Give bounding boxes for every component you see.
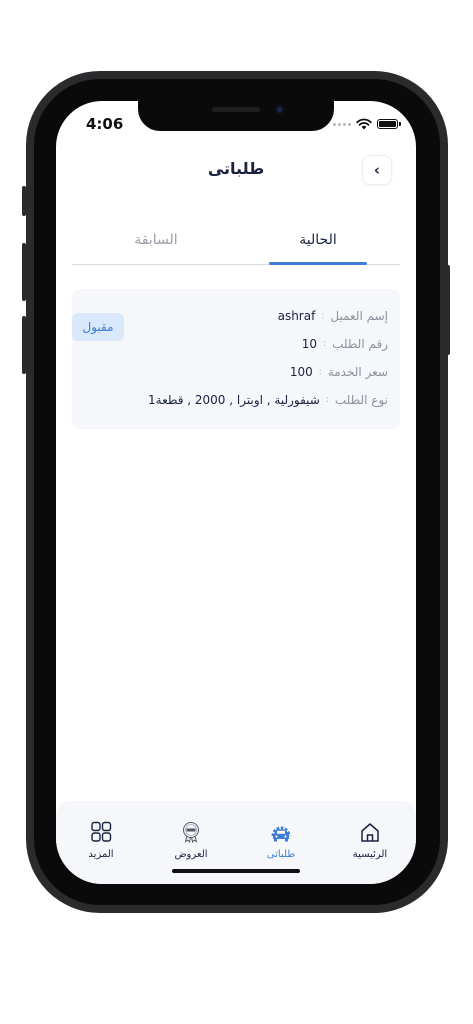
power-button	[446, 265, 450, 355]
car-service-icon	[271, 826, 291, 842]
back-button[interactable]: ‹	[362, 155, 392, 185]
order-row-price: سعر الخدمة : 100	[290, 365, 388, 379]
row-separator: :	[323, 339, 327, 349]
nav-label: الرئيسية	[352, 849, 388, 860]
nav-label: طلباتى	[266, 849, 296, 860]
row-value: ashraf	[277, 309, 316, 323]
signal-dots-icon	[333, 122, 351, 126]
row-value: 100	[289, 365, 313, 379]
nav-item-home[interactable]: الرئيسية	[335, 821, 405, 860]
volume-up-button	[22, 243, 26, 301]
wifi-icon	[356, 118, 372, 130]
row-label: إسم العميل	[330, 309, 388, 323]
status-badge: مقبول	[72, 313, 124, 341]
status-time: 4:06	[86, 115, 124, 133]
active-tab-indicator	[269, 262, 367, 265]
orders-tabs: الحالية السابقة	[72, 229, 400, 265]
mute-switch	[22, 186, 26, 216]
order-card[interactable]: مقبول إسم العميل : ashraf رقم الطلب : 10…	[72, 289, 400, 429]
tab-previous[interactable]: السابقة	[107, 229, 205, 265]
app-screen: 4:06 طلباتى ‹ الحالية السابقة مقبول إسم …	[56, 101, 416, 884]
row-value: شيفورلية , اوبترا , 2000 , قطعة1	[148, 393, 320, 407]
nav-label: المزيد	[88, 849, 114, 860]
row-label: نوع الطلب	[334, 393, 388, 407]
tab-current[interactable]: الحالية	[269, 229, 367, 265]
nav-label: العروض	[174, 849, 208, 860]
row-separator: :	[321, 311, 325, 321]
brand-offer-icon	[183, 822, 199, 843]
order-row-customer: إسم العميل : ashraf	[278, 309, 388, 323]
row-label: رقم الطلب	[332, 337, 388, 351]
volume-down-button	[22, 316, 26, 374]
home-icon	[361, 823, 379, 842]
order-row-type: نوع الطلب : شيفورلية , اوبترا , 2000 , ق…	[148, 393, 388, 407]
front-camera	[275, 105, 284, 114]
row-label: سعر الخدمة	[327, 365, 388, 379]
speaker-grille	[212, 107, 260, 112]
nav-item-orders[interactable]: طلباتى	[246, 821, 316, 860]
nav-item-offers[interactable]: العروض	[156, 821, 226, 860]
chevron-left-icon: ‹	[373, 161, 381, 179]
row-separator: :	[318, 367, 322, 377]
order-row-number: رقم الطلب : 10	[302, 337, 388, 351]
nav-item-more[interactable]: المزيد	[66, 821, 136, 860]
home-indicator[interactable]	[172, 869, 300, 873]
grid-icon	[91, 821, 112, 842]
row-separator: :	[325, 395, 329, 405]
battery-icon	[377, 119, 401, 129]
row-value: 10	[301, 337, 318, 351]
notch	[138, 101, 334, 131]
status-indicators	[333, 118, 401, 130]
